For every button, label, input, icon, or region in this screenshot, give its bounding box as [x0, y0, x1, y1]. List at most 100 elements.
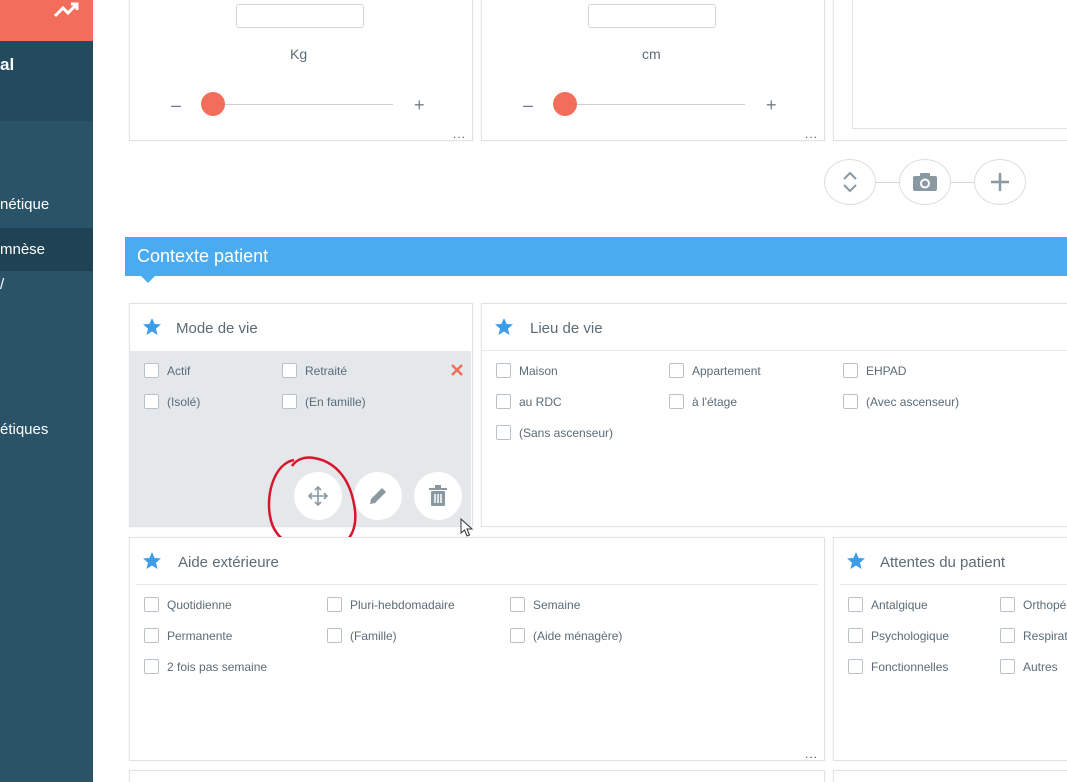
- weight-unit: Kg: [290, 46, 308, 62]
- checkbox-box[interactable]: [843, 394, 858, 409]
- next-card: [833, 770, 1067, 782]
- sidebar-item-genetique[interactable]: nétique: [0, 196, 49, 213]
- checkbox-respiratoire[interactable]: Respirat: [1000, 628, 1067, 643]
- checkbox-box[interactable]: [144, 597, 159, 612]
- checkbox-box[interactable]: [669, 363, 684, 378]
- checkbox-box[interactable]: [282, 394, 297, 409]
- checkbox-box[interactable]: [327, 628, 342, 643]
- checkbox-aide-menagere[interactable]: (Aide ménagère): [510, 628, 622, 643]
- weight-decrease-button[interactable]: –: [171, 96, 181, 114]
- checkbox-box[interactable]: [144, 394, 159, 409]
- reorder-button[interactable]: [824, 159, 876, 205]
- checkbox-box[interactable]: [848, 597, 863, 612]
- checkbox-famille[interactable]: (Famille): [327, 628, 397, 643]
- checkbox-antalgique[interactable]: Antalgique: [848, 597, 928, 612]
- height-unit: cm: [642, 46, 661, 62]
- image-card: [833, 0, 1067, 141]
- star-icon[interactable]: [142, 317, 162, 337]
- checkbox-pluri-hebdomadaire[interactable]: Pluri-hebdomadaire: [327, 597, 455, 612]
- camera-button[interactable]: [899, 159, 951, 205]
- checkbox-box[interactable]: [1000, 597, 1015, 612]
- weight-input[interactable]: [236, 4, 364, 28]
- checkbox-box[interactable]: [843, 363, 858, 378]
- checkbox-quotidienne[interactable]: Quotidienne: [144, 597, 232, 612]
- star-icon[interactable]: [142, 551, 162, 571]
- height-slider-thumb[interactable]: [553, 92, 577, 116]
- sidebar: al nétique mnèse / étiques: [0, 0, 93, 782]
- brand-name: al: [0, 55, 15, 74]
- height-more-menu[interactable]: ...: [805, 128, 818, 140]
- checkbox-isole[interactable]: (Isolé): [144, 394, 200, 409]
- mouse-cursor-icon: [460, 518, 474, 537]
- lieu-de-vie-title: Lieu de vie: [530, 320, 603, 337]
- checkbox-permanente[interactable]: Permanente: [144, 628, 232, 643]
- aide-exterieure-title: Aide extérieure: [178, 554, 279, 571]
- checkbox-box[interactable]: [848, 659, 863, 674]
- divider: [136, 584, 818, 585]
- close-icon[interactable]: [450, 363, 464, 377]
- mode-de-vie-title: Mode de vie: [176, 320, 258, 337]
- checkbox-box[interactable]: [510, 628, 525, 643]
- height-input[interactable]: [588, 4, 716, 28]
- height-slider-track[interactable]: [554, 104, 745, 105]
- weight-increase-button[interactable]: +: [414, 96, 425, 114]
- sidebar-item-slash[interactable]: /: [0, 276, 4, 293]
- height-increase-button[interactable]: +: [766, 96, 777, 114]
- checkbox-autres[interactable]: Autres: [1000, 659, 1058, 674]
- checkbox-fonctionnelles[interactable]: Fonctionnelles: [848, 659, 948, 674]
- checkbox-en-famille[interactable]: (En famille): [282, 394, 366, 409]
- checkbox-semaine[interactable]: Semaine: [510, 597, 580, 612]
- checkbox-orthopedique[interactable]: Orthopé: [1000, 597, 1066, 612]
- image-frame: [852, 0, 1067, 129]
- chevron-up-down-icon: [843, 171, 857, 193]
- checkbox-box[interactable]: [327, 597, 342, 612]
- add-button[interactable]: [974, 159, 1026, 205]
- checkbox-sans-ascenseur[interactable]: (Sans ascenseur): [496, 425, 613, 440]
- brand-block: [0, 41, 93, 121]
- checkbox-actif[interactable]: Actif: [144, 363, 190, 378]
- checkbox-box[interactable]: [1000, 659, 1015, 674]
- aide-exterieure-more-menu[interactable]: ...: [805, 748, 818, 760]
- checkbox-box[interactable]: [669, 394, 684, 409]
- weight-slider-thumb[interactable]: [201, 92, 225, 116]
- checkbox-box[interactable]: [496, 363, 511, 378]
- checkbox-box[interactable]: [144, 659, 159, 674]
- attentes-title: Attentes du patient: [880, 554, 1006, 571]
- checkbox-box[interactable]: [1000, 628, 1015, 643]
- checkbox-psychologique[interactable]: Psychologique: [848, 628, 949, 643]
- camera-icon: [913, 173, 937, 191]
- sidebar-item-diagnostiques[interactable]: étiques: [0, 421, 48, 438]
- checkbox-box[interactable]: [282, 363, 297, 378]
- weight-slider-track[interactable]: [202, 104, 393, 105]
- trend-up-icon: [53, 2, 79, 18]
- checkbox-au-rdc[interactable]: au RDC: [496, 394, 562, 409]
- star-icon[interactable]: [846, 551, 866, 571]
- section-title: Contexte patient: [137, 246, 269, 266]
- weight-more-menu[interactable]: ...: [453, 128, 466, 140]
- checkbox-box[interactable]: [144, 363, 159, 378]
- checkbox-box[interactable]: [496, 425, 511, 440]
- checkbox-avec-ascenseur[interactable]: (Avec ascenseur): [843, 394, 959, 409]
- checkbox-appartement[interactable]: Appartement: [669, 363, 761, 378]
- star-icon[interactable]: [494, 317, 514, 337]
- checkbox-box[interactable]: [510, 597, 525, 612]
- plus-icon: [991, 173, 1009, 191]
- checkbox-box[interactable]: [848, 628, 863, 643]
- height-card: cm – + ...: [481, 0, 825, 141]
- sidebar-item-anamnese[interactable]: mnèse: [0, 241, 45, 258]
- checkbox-maison[interactable]: Maison: [496, 363, 558, 378]
- next-card: [129, 770, 825, 782]
- trash-icon: [429, 485, 447, 506]
- section-header-contexte-patient: Contexte patient: [125, 237, 1067, 283]
- height-decrease-button[interactable]: –: [523, 96, 533, 114]
- checkbox-ehpad[interactable]: EHPAD: [843, 363, 906, 378]
- divider: [482, 350, 1067, 351]
- checkbox-retraite[interactable]: Retraité: [282, 363, 347, 378]
- connector-line: [950, 182, 976, 183]
- edit-button[interactable]: [354, 472, 402, 520]
- checkbox-a-l-etage[interactable]: à l'étage: [669, 394, 737, 409]
- checkbox-2-fois-pas-semaine[interactable]: 2 fois pas semaine: [144, 659, 267, 674]
- checkbox-box[interactable]: [144, 628, 159, 643]
- checkbox-box[interactable]: [496, 394, 511, 409]
- delete-button[interactable]: [414, 472, 462, 520]
